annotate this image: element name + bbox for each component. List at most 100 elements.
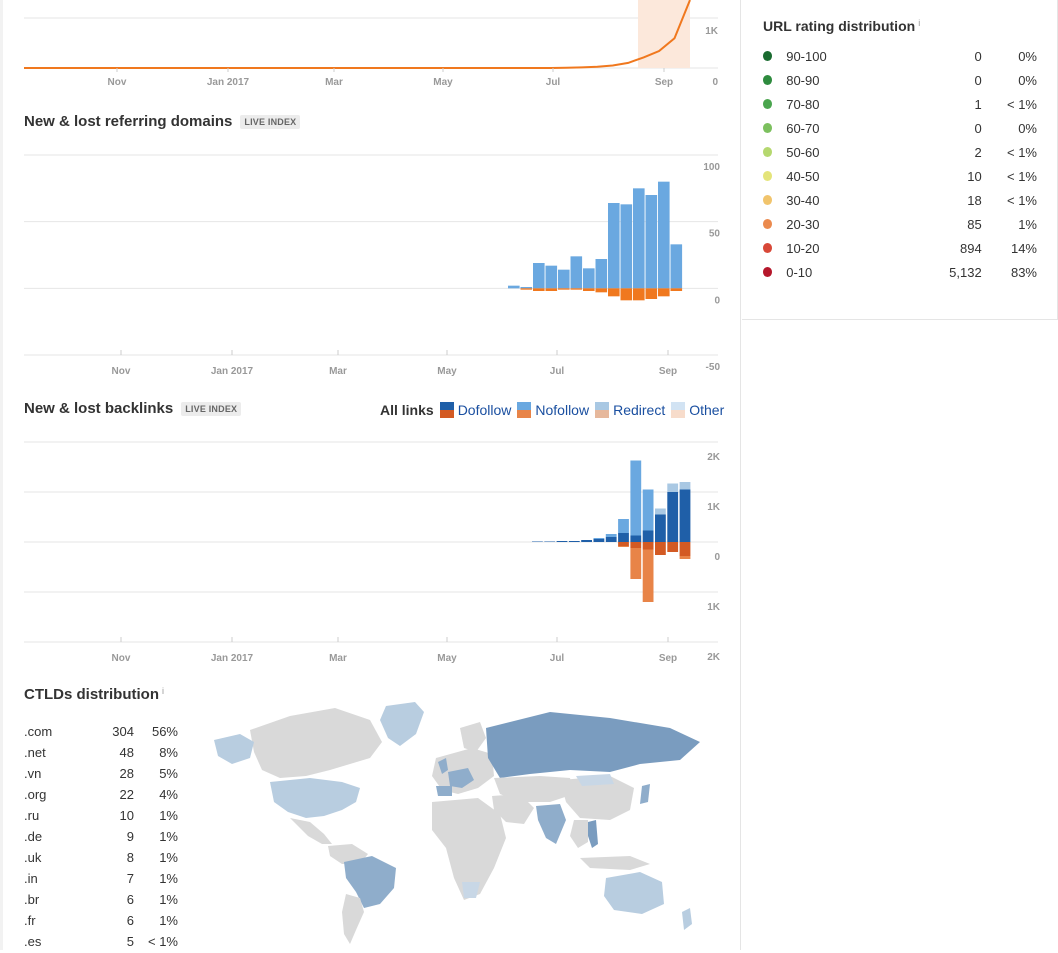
map-indonesia[interactable]	[580, 856, 650, 870]
bar-dofollow[interactable]	[667, 492, 679, 542]
url-rating-row[interactable]: 70-80 1 < 1%	[763, 94, 1037, 114]
bar-new-domains[interactable]	[570, 256, 583, 289]
map-usa[interactable]	[270, 778, 360, 818]
legend-redirect[interactable]: Redirect	[595, 402, 665, 418]
url-rating-row[interactable]: 30-40 18 < 1%	[763, 190, 1037, 210]
bar-dofollow[interactable]	[532, 541, 543, 543]
bar-lost-nofollow[interactable]	[679, 556, 691, 559]
bar-redirect[interactable]	[655, 508, 666, 515]
legend-all-links[interactable]: All links	[380, 402, 434, 418]
bar-lost-nofollow[interactable]	[618, 546, 629, 547]
url-rating-row[interactable]: 20-30 85 1%	[763, 214, 1037, 234]
bar-new-domains[interactable]	[520, 287, 533, 289]
bar-nofollow[interactable]	[605, 534, 617, 537]
bar-new-domains[interactable]	[645, 195, 658, 289]
legend-nofollow[interactable]: Nofollow	[517, 402, 589, 418]
bar-lost-domains[interactable]	[570, 288, 583, 290]
bar-lost-domains[interactable]	[633, 288, 645, 301]
y-tick-label: 0	[714, 295, 720, 306]
map-argentina[interactable]	[342, 894, 364, 944]
map-mongolia[interactable]	[576, 774, 614, 786]
rating-range: 90-100	[786, 48, 827, 64]
map-japan[interactable]	[640, 784, 650, 804]
bar-dofollow[interactable]	[642, 530, 654, 543]
map-se-asia[interactable]	[570, 820, 588, 848]
url-rating-row[interactable]: 40-50 10 < 1%	[763, 166, 1037, 186]
map-vietnam[interactable]	[588, 820, 598, 848]
bar-redirect[interactable]	[667, 483, 679, 493]
bar-new-domains[interactable]	[533, 263, 545, 289]
bar-lost-domains[interactable]	[595, 288, 608, 293]
bar-new-domains[interactable]	[608, 203, 620, 289]
url-rating-row[interactable]: 50-60 2 < 1%	[763, 142, 1037, 162]
bar-lost-domains[interactable]	[620, 288, 633, 301]
bar-new-domains[interactable]	[545, 265, 558, 289]
url-rating-row[interactable]: 60-70 0 0%	[763, 118, 1037, 138]
bar-dofollow[interactable]	[593, 539, 605, 542]
url-rating-row[interactable]: 0-10 5,132 83%	[763, 262, 1037, 282]
world-map[interactable]	[210, 698, 720, 948]
bar-new-domains[interactable]	[558, 269, 570, 289]
bar-nofollow[interactable]	[642, 489, 654, 531]
bar-dofollow[interactable]	[655, 514, 666, 543]
map-scandinavia[interactable]	[460, 722, 486, 752]
bar-lost-domains[interactable]	[545, 288, 558, 291]
bar-new-domains[interactable]	[508, 285, 520, 289]
bar-dofollow[interactable]	[556, 541, 568, 542]
x-tick-label: Nov	[112, 653, 131, 664]
bar-lost-domains[interactable]	[645, 288, 658, 299]
bar-dofollow[interactable]	[630, 535, 642, 543]
info-icon[interactable]: i	[918, 18, 920, 28]
ctld-row: .de 9 1%	[24, 826, 184, 846]
map-india[interactable]	[536, 804, 566, 844]
bar-lost-nofollow[interactable]	[630, 548, 642, 579]
map-russia[interactable]	[486, 712, 700, 778]
url-rating-row[interactable]: 90-100 0 0%	[763, 46, 1037, 66]
map-alaska[interactable]	[214, 734, 254, 764]
info-icon[interactable]: i	[162, 686, 164, 696]
bar-new-domains[interactable]	[595, 259, 608, 289]
bar-lost-domains[interactable]	[520, 288, 533, 290]
backlinks-legend: All links Dofollow Nofollow Redirect Oth…	[380, 401, 730, 419]
bar-dofollow[interactable]	[605, 537, 617, 542]
bar-lost-domains[interactable]	[583, 288, 595, 291]
url-rating-row[interactable]: 10-20 894 14%	[763, 238, 1037, 258]
bar-dofollow[interactable]	[544, 541, 556, 543]
bar-lost-domains[interactable]	[608, 288, 620, 297]
map-australia[interactable]	[604, 872, 664, 914]
url-rating-row[interactable]: 80-90 0 0%	[763, 70, 1037, 90]
map-south-africa[interactable]	[462, 882, 480, 898]
legend-dofollow[interactable]: Dofollow	[439, 402, 511, 418]
bar-dofollow[interactable]	[568, 541, 580, 542]
bar-redirect[interactable]	[679, 482, 691, 490]
map-greenland[interactable]	[380, 702, 424, 746]
map-spain[interactable]	[436, 786, 452, 796]
bar-lost-domains[interactable]	[658, 288, 670, 297]
bar-new-domains[interactable]	[670, 244, 683, 289]
bar-dofollow[interactable]	[581, 540, 592, 542]
bar-new-domains[interactable]	[620, 204, 633, 289]
bar-nofollow[interactable]	[618, 519, 629, 533]
bar-nofollow[interactable]	[593, 538, 605, 539]
bar-lost-dofollow[interactable]	[618, 542, 629, 546]
bar-dofollow[interactable]	[618, 533, 629, 542]
top-area-chart-svg: 1K 0 Nov Jan 2017 Mar May Jul Sep	[24, 0, 719, 88]
bar-new-domains[interactable]	[658, 181, 670, 289]
bar-dofollow[interactable]	[679, 489, 691, 543]
bar-lost-dofollow[interactable]	[630, 542, 642, 548]
bar-lost-dofollow[interactable]	[655, 542, 666, 555]
bar-lost-nofollow[interactable]	[642, 549, 654, 603]
bar-lost-dofollow[interactable]	[667, 542, 679, 552]
map-canada[interactable]	[250, 708, 382, 778]
bar-lost-domains[interactable]	[558, 288, 570, 290]
map-new-zealand[interactable]	[682, 908, 692, 930]
bar-lost-domains[interactable]	[670, 288, 683, 291]
bar-new-domains[interactable]	[633, 188, 645, 289]
bar-lost-dofollow[interactable]	[642, 542, 654, 550]
bar-lost-domains[interactable]	[533, 288, 545, 291]
bar-nofollow[interactable]	[630, 460, 642, 536]
map-mexico[interactable]	[290, 818, 332, 844]
legend-other[interactable]: Other	[671, 402, 724, 418]
bar-lost-dofollow[interactable]	[679, 542, 691, 556]
bar-new-domains[interactable]	[583, 268, 595, 289]
